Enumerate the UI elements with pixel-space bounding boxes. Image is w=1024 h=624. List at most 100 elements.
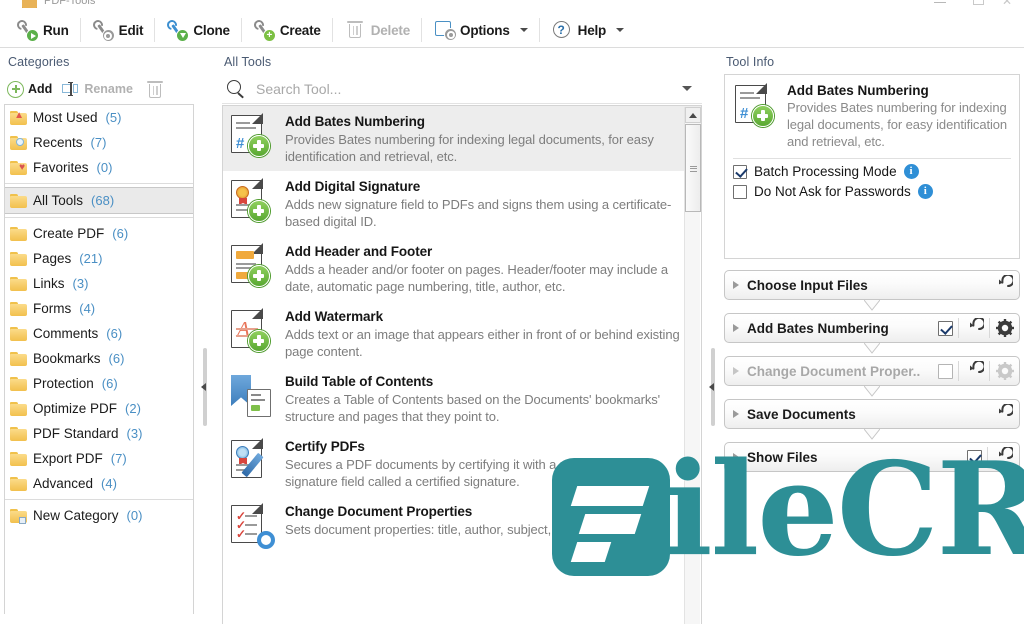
list-item[interactable]: Add Header and Footer Adds a header and/…	[223, 236, 701, 301]
options-button[interactable]: Options	[425, 15, 536, 45]
tool-list-scrollbar[interactable]	[684, 107, 701, 624]
divider	[5, 499, 193, 500]
sidebar-item-favorites[interactable]: ♥ Favorites (0)	[5, 155, 193, 180]
info-icon[interactable]: i	[903, 164, 919, 179]
sidebar-item-advanced[interactable]: Advanced (4)	[5, 471, 193, 496]
clone-button[interactable]: Clone	[158, 15, 238, 45]
sidebar-item-links[interactable]: Links (3)	[5, 271, 193, 296]
category-label: Forms	[33, 301, 72, 316]
folder-clock-icon	[10, 135, 27, 150]
run-button[interactable]: Run	[8, 15, 77, 45]
do-not-ask-passwords-row[interactable]: Do Not Ask for Passwords i	[725, 179, 1019, 199]
sidebar-item-create-pdf[interactable]: Create PDF (6)	[5, 221, 193, 246]
doc-seal-pen-icon	[229, 438, 275, 484]
add-category-button[interactable]: Add	[4, 79, 55, 100]
categories-list[interactable]: ▲ Most Used (5) Recents (7) ♥ Favorites …	[4, 104, 194, 614]
wrench-arrow-icon	[166, 19, 190, 42]
sidebar-item-bookmarks[interactable]: Bookmarks (6)	[5, 346, 193, 371]
close-icon[interactable]: ✕	[1002, 0, 1012, 8]
sidebar-item-comments[interactable]: Comments (6)	[5, 321, 193, 346]
stage-label: Save Documents	[747, 406, 856, 422]
sidebar-item-export-pdf[interactable]: Export PDF (7)	[5, 446, 193, 471]
left-splitter[interactable]	[200, 48, 210, 576]
list-item[interactable]: ✓ ✓ ✓ Change Document Properties Sets do…	[223, 496, 701, 555]
list-item[interactable]: Certify PDFs Secures a PDF documents by …	[223, 431, 701, 496]
list-item[interactable]: A Add Watermark Adds text or an image th…	[223, 301, 701, 366]
stage-change-document-properties[interactable]: Change Document Proper..	[724, 356, 1020, 386]
doc-checklist-gear-icon: ✓ ✓ ✓	[229, 503, 275, 549]
reset-icon[interactable]	[993, 275, 1013, 295]
rename-category-button[interactable]: Rename	[59, 80, 136, 98]
tool-name: Add Watermark	[285, 309, 383, 324]
stage-add-bates-numbering[interactable]: Add Bates Numbering	[724, 313, 1020, 343]
maximize-button[interactable]	[973, 0, 984, 5]
sidebar-item-most-used[interactable]: ▲ Most Used (5)	[5, 105, 193, 130]
stage-show-files[interactable]: Show Files	[724, 442, 1020, 472]
info-icon[interactable]: i	[917, 184, 933, 199]
stage-choose-input-files[interactable]: Choose Input Files	[724, 270, 1020, 300]
category-label: New Category	[33, 508, 119, 523]
categories-header: Categories	[8, 55, 70, 69]
chevron-down-icon[interactable]	[519, 28, 528, 32]
reset-icon[interactable]	[993, 447, 1013, 467]
sidebar-item-forms[interactable]: Forms (4)	[5, 296, 193, 321]
stage-connector	[864, 300, 880, 311]
expand-triangle-icon[interactable]	[733, 367, 739, 375]
edit-button[interactable]: Edit	[84, 15, 152, 45]
toolbar-separator	[421, 18, 423, 42]
expand-triangle-icon[interactable]	[733, 453, 739, 461]
sidebar-item-optimize-pdf[interactable]: Optimize PDF (2)	[5, 396, 193, 421]
delete-button[interactable]: Delete	[336, 15, 418, 45]
minimize-button[interactable]	[934, 2, 946, 3]
reset-icon[interactable]	[993, 404, 1013, 424]
tool-list[interactable]: # Add Bates Numbering Provides Bates num…	[222, 105, 702, 624]
reset-icon[interactable]	[964, 318, 984, 338]
batch-processing-mode-checkbox[interactable]	[733, 164, 747, 179]
stage-wrapper: Add Bates Numbering	[724, 313, 1020, 354]
stage-label: Add Bates Numbering	[747, 320, 889, 336]
folder-icon	[10, 451, 27, 466]
create-button[interactable]: + Create	[245, 15, 329, 45]
tool-info-box: # Add Bates Numbering Provides Bates num…	[724, 74, 1020, 259]
toolbar-separator	[331, 18, 333, 42]
scroll-up-button[interactable]	[685, 107, 701, 123]
divider	[5, 217, 193, 218]
category-count: (6)	[112, 226, 129, 241]
wrench-plus-icon: +	[253, 19, 276, 42]
stage-wrapper: Change Document Proper..	[724, 356, 1020, 397]
stage-checkbox[interactable]	[938, 320, 953, 336]
do-not-ask-passwords-checkbox[interactable]	[733, 184, 747, 199]
chevron-down-icon[interactable]	[616, 28, 625, 32]
list-item[interactable]: Build Table of Contents Creates a Table …	[223, 366, 701, 431]
stage-checkbox[interactable]	[938, 363, 953, 379]
sidebar-item-recents[interactable]: Recents (7)	[5, 130, 193, 155]
scrollbar-thumb[interactable]	[685, 124, 701, 212]
expand-triangle-icon[interactable]	[733, 324, 739, 332]
gear-icon[interactable]	[995, 361, 1015, 381]
reset-icon[interactable]	[964, 361, 984, 381]
category-count: (0)	[126, 508, 143, 523]
list-item[interactable]: # Add Bates Numbering Provides Bates num…	[223, 106, 701, 171]
batch-processing-mode-row[interactable]: Batch Processing Mode i	[725, 159, 1019, 179]
sidebar-item-pages[interactable]: Pages (21)	[5, 246, 193, 271]
expand-triangle-icon[interactable]	[733, 281, 739, 289]
stage-save-documents[interactable]: Save Documents	[724, 399, 1020, 429]
help-button[interactable]: ? Help	[543, 15, 632, 45]
search-input[interactable]	[254, 79, 682, 98]
category-label: Bookmarks	[33, 351, 101, 366]
category-label: Comments	[33, 326, 99, 341]
sidebar-item-protection[interactable]: Protection (6)	[5, 371, 193, 396]
expand-triangle-icon[interactable]	[733, 410, 739, 418]
sidebar-item-pdf-standard[interactable]: PDF Standard (3)	[5, 421, 193, 446]
gear-icon[interactable]	[995, 318, 1015, 338]
category-count: (7)	[110, 451, 127, 466]
list-item[interactable]: Add Digital Signature Adds new signature…	[223, 171, 701, 236]
delete-category-button[interactable]	[144, 79, 164, 99]
sidebar-item-new-category[interactable]: New Category (0)	[5, 503, 193, 528]
add-category-label: Add	[28, 82, 53, 96]
stage-checkbox[interactable]	[967, 449, 982, 465]
chevron-down-icon[interactable]	[682, 86, 692, 91]
right-splitter[interactable]	[708, 48, 718, 576]
sidebar-item-all-tools[interactable]: All Tools (68)	[5, 187, 193, 214]
folder-icon	[10, 276, 27, 291]
